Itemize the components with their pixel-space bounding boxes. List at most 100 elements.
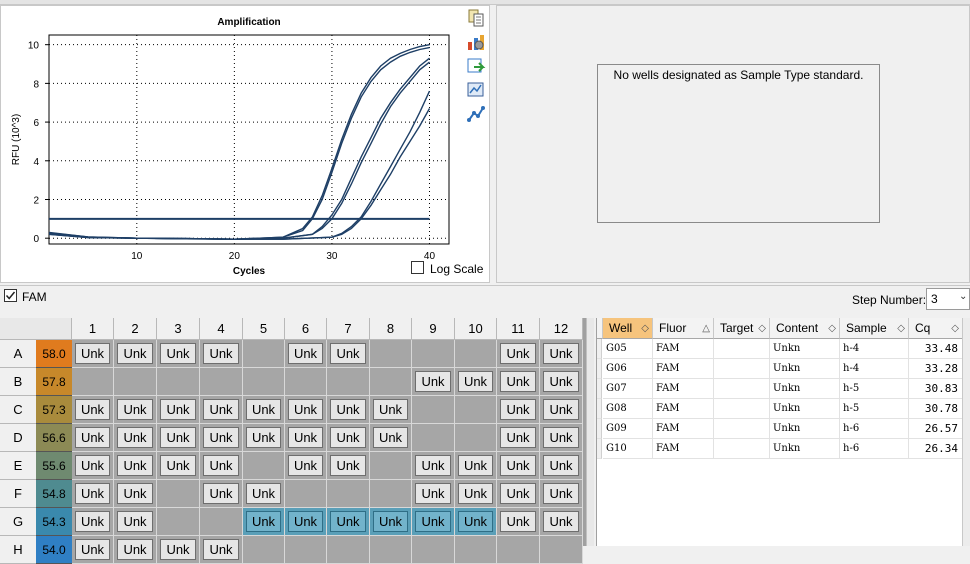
column-header-fluor[interactable]: Fluor △ bbox=[653, 318, 714, 339]
plate-row-header-c[interactable]: C bbox=[0, 396, 36, 424]
plate-well-h3[interactable]: Unk bbox=[157, 536, 200, 564]
plate-well-d1[interactable]: Unk bbox=[72, 424, 114, 452]
plate-column-header-4[interactable]: 4 bbox=[200, 318, 243, 340]
plate-well-h4[interactable]: Unk bbox=[200, 536, 243, 564]
table-cell-cq[interactable]: 26.34 bbox=[909, 439, 963, 459]
plate-well-b6[interactable] bbox=[285, 368, 327, 396]
table-cell-fluor[interactable]: FAM bbox=[653, 439, 714, 459]
plate-well-d9[interactable] bbox=[412, 424, 455, 452]
plate-well-d2[interactable]: Unk bbox=[114, 424, 157, 452]
plate-well-b12[interactable]: Unk bbox=[540, 368, 583, 396]
plate-column-header-6[interactable]: 6 bbox=[285, 318, 327, 340]
table-cell-sample[interactable]: h-6 bbox=[840, 419, 909, 439]
table-cell-well[interactable]: G06 bbox=[603, 359, 653, 379]
plate-well-e5[interactable] bbox=[243, 452, 285, 480]
plate-well-c7[interactable]: Unk bbox=[327, 396, 370, 424]
plate-well-e3[interactable]: Unk bbox=[157, 452, 200, 480]
plate-well-g11[interactable]: Unk bbox=[497, 508, 540, 536]
plate-well-b7[interactable] bbox=[327, 368, 370, 396]
row-selector[interactable] bbox=[597, 419, 602, 439]
table-cell-cq[interactable]: 33.48 bbox=[909, 339, 963, 359]
plate-well-a3[interactable]: Unk bbox=[157, 340, 200, 368]
plate-well-b9[interactable]: Unk bbox=[412, 368, 455, 396]
plate-row-header-a[interactable]: A bbox=[0, 340, 36, 368]
row-selector[interactable] bbox=[597, 379, 602, 399]
table-cell-fluor[interactable]: FAM bbox=[653, 379, 714, 399]
plate-well-c5[interactable]: Unk bbox=[243, 396, 285, 424]
plate-row-header-e[interactable]: E bbox=[0, 452, 36, 480]
plate-well-a5[interactable] bbox=[243, 340, 285, 368]
plate-well-a8[interactable] bbox=[370, 340, 412, 368]
sort-icon[interactable]: ◇ bbox=[758, 318, 766, 339]
export-icon[interactable] bbox=[466, 57, 486, 75]
plate-well-d11[interactable]: Unk bbox=[497, 424, 540, 452]
plate-well-f11[interactable]: Unk bbox=[497, 480, 540, 508]
log-scale-checkbox[interactable] bbox=[411, 261, 424, 274]
plate-well-b2[interactable] bbox=[114, 368, 157, 396]
plate-column-header-3[interactable]: 3 bbox=[157, 318, 200, 340]
plate-well-e11[interactable]: Unk bbox=[497, 452, 540, 480]
plate-well-c12[interactable]: Unk bbox=[540, 396, 583, 424]
sort-icon[interactable]: ◇ bbox=[828, 318, 836, 339]
table-cell-fluor[interactable]: FAM bbox=[653, 359, 714, 379]
table-cell-content[interactable]: Unkn bbox=[770, 359, 840, 379]
sort-icon[interactable]: ◇ bbox=[951, 318, 959, 339]
plate-well-g10[interactable]: Unk bbox=[455, 508, 497, 536]
plate-well-b1[interactable] bbox=[72, 368, 114, 396]
plate-well-b4[interactable] bbox=[200, 368, 243, 396]
row-selector[interactable] bbox=[597, 439, 602, 459]
plate-well-f4[interactable]: Unk bbox=[200, 480, 243, 508]
plate-row-header-d[interactable]: D bbox=[0, 424, 36, 452]
plate-column-header-10[interactable]: 10 bbox=[455, 318, 497, 340]
plate-well-f6[interactable] bbox=[285, 480, 327, 508]
plate-well-c4[interactable]: Unk bbox=[200, 396, 243, 424]
plate-well-e12[interactable]: Unk bbox=[540, 452, 583, 480]
table-scrollbar[interactable] bbox=[962, 318, 970, 546]
plate-column-header-2[interactable]: 2 bbox=[114, 318, 157, 340]
plate-well-c3[interactable]: Unk bbox=[157, 396, 200, 424]
plate-well-a12[interactable]: Unk bbox=[540, 340, 583, 368]
column-header-cq[interactable]: Cq ◇ bbox=[909, 318, 963, 339]
plate-scrollbar[interactable] bbox=[586, 318, 594, 546]
plate-well-g9[interactable]: Unk bbox=[412, 508, 455, 536]
table-cell-sample[interactable]: h-4 bbox=[840, 339, 909, 359]
plate-well-f1[interactable]: Unk bbox=[72, 480, 114, 508]
table-cell-cq[interactable]: 33.28 bbox=[909, 359, 963, 379]
plate-well-b11[interactable]: Unk bbox=[497, 368, 540, 396]
plate-well-d6[interactable]: Unk bbox=[285, 424, 327, 452]
plate-well-e9[interactable]: Unk bbox=[412, 452, 455, 480]
table-cell-content[interactable]: Unkn bbox=[770, 399, 840, 419]
plate-column-header-8[interactable]: 8 bbox=[370, 318, 412, 340]
table-cell-well[interactable]: G07 bbox=[603, 379, 653, 399]
plate-well-b10[interactable]: Unk bbox=[455, 368, 497, 396]
plate-row-header-b[interactable]: B bbox=[0, 368, 36, 396]
plate-well-g7[interactable]: Unk bbox=[327, 508, 370, 536]
table-cell-sample[interactable]: h-5 bbox=[840, 379, 909, 399]
table-cell-sample[interactable]: h-4 bbox=[840, 359, 909, 379]
plate-well-g1[interactable]: Unk bbox=[72, 508, 114, 536]
column-header-content[interactable]: Content ◇ bbox=[770, 318, 840, 339]
plate-column-header-7[interactable]: 7 bbox=[327, 318, 370, 340]
sort-icon[interactable]: △ bbox=[702, 318, 710, 339]
table-cell-target[interactable] bbox=[714, 379, 770, 399]
plate-well-e8[interactable] bbox=[370, 452, 412, 480]
plate-well-f9[interactable]: Unk bbox=[412, 480, 455, 508]
table-cell-cq[interactable]: 30.83 bbox=[909, 379, 963, 399]
table-cell-cq[interactable]: 26.57 bbox=[909, 419, 963, 439]
plate-well-f3[interactable] bbox=[157, 480, 200, 508]
zoom-icon[interactable] bbox=[466, 81, 486, 99]
plate-well-e6[interactable]: Unk bbox=[285, 452, 327, 480]
sort-icon[interactable]: ◇ bbox=[641, 318, 649, 339]
row-selector[interactable] bbox=[597, 399, 602, 419]
plate-column-header-5[interactable]: 5 bbox=[243, 318, 285, 340]
plate-well-h8[interactable] bbox=[370, 536, 412, 564]
plate-well-h6[interactable] bbox=[285, 536, 327, 564]
plate-well-h12[interactable] bbox=[540, 536, 583, 564]
plate-row-header-f[interactable]: F bbox=[0, 480, 36, 508]
table-cell-cq[interactable]: 30.78 bbox=[909, 399, 963, 419]
plate-well-c6[interactable]: Unk bbox=[285, 396, 327, 424]
plate-well-f12[interactable]: Unk bbox=[540, 480, 583, 508]
table-cell-target[interactable] bbox=[714, 419, 770, 439]
table-cell-content[interactable]: Unkn bbox=[770, 379, 840, 399]
plate-well-h7[interactable] bbox=[327, 536, 370, 564]
